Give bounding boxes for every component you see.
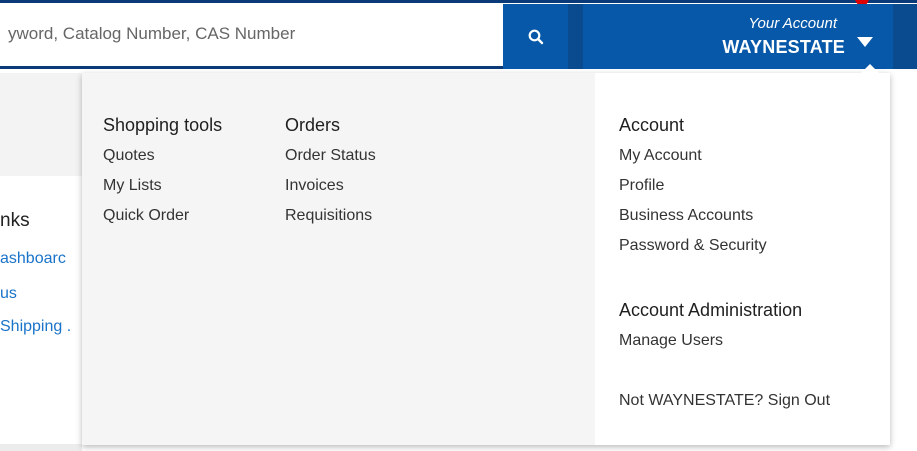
background-section-heading: nks [0, 210, 30, 231]
menu-item-password-security[interactable]: Password & Security [619, 236, 767, 256]
header-top-border [0, 0, 917, 3]
menu-item-business-accounts[interactable]: Business Accounts [619, 206, 767, 226]
menu-item-quotes[interactable]: Quotes [103, 146, 222, 166]
dropdown-pointer-notch [861, 64, 879, 73]
account-administration-section: Account Administration Manage Users [619, 299, 802, 361]
menu-item-profile[interactable]: Profile [619, 176, 767, 196]
orders-heading: Orders [285, 115, 341, 135]
header-separator [568, 4, 583, 69]
menu-item-my-lists[interactable]: My Lists [103, 176, 222, 196]
background-page-fragment: nks ashboarc us Shipping . [0, 0, 82, 451]
shopping-tools-heading: Shopping tools [103, 115, 223, 135]
account-administration-heading: Account Administration [619, 300, 803, 320]
search-button[interactable] [503, 4, 568, 69]
menu-item-manage-users[interactable]: Manage Users [619, 331, 802, 351]
background-link-status[interactable]: us [0, 285, 17, 303]
background-link-dashboard[interactable]: ashboarc [0, 250, 66, 268]
menu-item-requisitions[interactable]: Requisitions [285, 206, 376, 226]
account-column: Account My Account Profile Business Acco… [619, 114, 767, 266]
caret-down-icon[interactable] [857, 37, 873, 47]
background-link-shipping[interactable]: Shipping . [0, 318, 71, 336]
search-icon [528, 29, 543, 44]
sign-out-link[interactable]: Not WAYNESTATE? Sign Out [619, 392, 830, 410]
your-account-label: Your Account [748, 15, 837, 32]
orders-column: Orders Order Status Invoices Requisition… [285, 114, 376, 236]
your-account-button[interactable]: Your Account WAYNESTATE [583, 4, 893, 69]
menu-item-my-account[interactable]: My Account [619, 146, 767, 166]
header-right-strip [893, 4, 917, 69]
menu-item-invoices[interactable]: Invoices [285, 176, 376, 196]
account-name: WAYNESTATE [722, 37, 845, 57]
account-heading: Account [619, 115, 685, 135]
shopping-tools-column: Shopping tools Quotes My Lists Quick Ord… [103, 114, 222, 236]
menu-item-order-status[interactable]: Order Status [285, 146, 376, 166]
account-dropdown-menu: Shopping tools Quotes My Lists Quick Ord… [82, 64, 890, 445]
menu-item-quick-order[interactable]: Quick Order [103, 206, 222, 226]
